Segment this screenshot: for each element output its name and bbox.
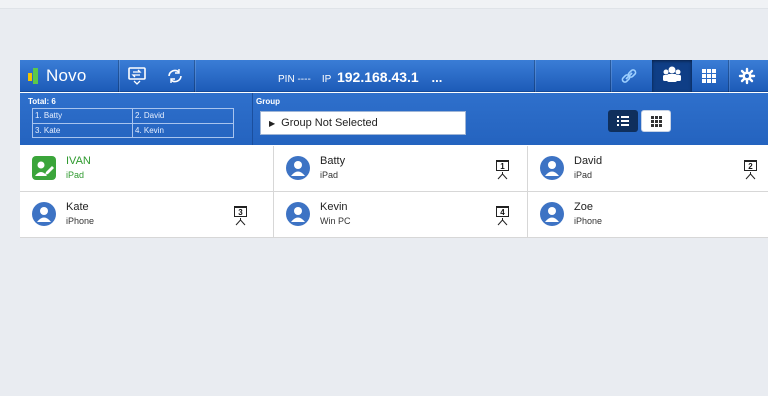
device-type: Win PC bbox=[320, 216, 351, 226]
device-cell-kevin[interactable]: Kevin Win PC 4 bbox=[274, 192, 528, 238]
toolbar-divider bbox=[610, 60, 611, 92]
presenter-slot[interactable]: 2. David bbox=[133, 109, 233, 123]
device-name: Kate bbox=[66, 201, 89, 213]
device-cell-ivan[interactable]: IVAN iPad bbox=[20, 146, 274, 192]
grid-view-icon bbox=[651, 116, 662, 127]
user-icon bbox=[286, 202, 310, 226]
app-name: Novo bbox=[46, 66, 87, 85]
device-name: David bbox=[574, 155, 603, 167]
info-divider bbox=[252, 93, 253, 145]
user-icon bbox=[32, 202, 56, 226]
grid-icon[interactable] bbox=[698, 66, 720, 86]
device-cell-david[interactable]: David iPad 2 bbox=[528, 146, 768, 192]
device-cell-kate[interactable]: Kate iPhone 3 bbox=[20, 192, 274, 238]
device-type: iPad bbox=[66, 170, 85, 180]
connection-info: PIN ---- IP 192.168.43.1 ... bbox=[278, 69, 442, 85]
user-icon bbox=[540, 202, 564, 226]
device-type: iPhone bbox=[66, 216, 95, 226]
presenter-slot-icon[interactable]: 3 bbox=[231, 204, 251, 226]
user-icon bbox=[540, 156, 564, 180]
toolbar-divider bbox=[534, 60, 535, 92]
presenter-slot-icon[interactable]: 1 bbox=[493, 158, 513, 180]
device-type: iPad bbox=[320, 170, 339, 180]
presenter-slot[interactable]: 4. Kevin bbox=[133, 123, 233, 137]
novo-app-window: Novo PIN ---- IP 192.168.43.1 ... Total:… bbox=[20, 60, 768, 238]
novo-logo-icon bbox=[28, 67, 40, 85]
app-logo: Novo bbox=[28, 65, 114, 87]
top-strip bbox=[0, 0, 768, 9]
device-name: Zoe bbox=[574, 201, 593, 213]
presenter-slot[interactable]: 1. Batty bbox=[33, 109, 133, 123]
caret-right-icon: ▶ bbox=[269, 119, 276, 128]
view-toggle bbox=[608, 110, 676, 132]
screen-share-icon[interactable] bbox=[126, 66, 148, 86]
toolbar-divider bbox=[118, 60, 119, 92]
users-tab[interactable] bbox=[652, 60, 692, 92]
edit-user-icon bbox=[32, 156, 56, 180]
presenter-slot-icon[interactable]: 2 bbox=[741, 158, 761, 180]
gear-icon[interactable] bbox=[736, 66, 758, 86]
ip-label: IP bbox=[321, 74, 332, 85]
users-icon bbox=[663, 66, 681, 82]
pin-label: PIN bbox=[278, 74, 295, 85]
device-type: iPhone bbox=[574, 216, 603, 226]
device-cell-batty[interactable]: Batty iPad 1 bbox=[274, 146, 528, 192]
user-icon bbox=[286, 156, 310, 180]
list-view-button[interactable] bbox=[608, 110, 638, 132]
link-icon[interactable] bbox=[618, 66, 640, 86]
pin-value: ---- bbox=[297, 74, 311, 85]
more-button[interactable]: ... bbox=[432, 70, 443, 85]
presenter-slots: 1. Batty 2. David 3. Kate 4. Kevin bbox=[32, 108, 234, 138]
device-type: iPad bbox=[574, 170, 593, 180]
device-cell-zoe[interactable]: Zoe iPhone bbox=[528, 192, 768, 238]
presenter-slot-icon[interactable]: 4 bbox=[493, 204, 513, 226]
toolbar: Novo PIN ---- IP 192.168.43.1 ... bbox=[20, 60, 768, 92]
group-label: Group bbox=[256, 97, 280, 106]
presenter-slot[interactable]: 3. Kate bbox=[33, 123, 133, 137]
toolbar-divider bbox=[194, 60, 195, 92]
group-value: Group Not Selected bbox=[281, 117, 378, 129]
session-info-bar: Total: 6 1. Batty 2. David 3. Kate 4. Ke… bbox=[20, 93, 768, 145]
total-count: Total: 6 bbox=[28, 97, 56, 106]
refresh-icon[interactable] bbox=[164, 66, 186, 86]
device-name: Batty bbox=[320, 155, 346, 167]
device-grid: IVAN iPad Batty iPad 1 David iPad 2 Kate… bbox=[20, 146, 768, 238]
grid-view-button[interactable] bbox=[641, 110, 671, 132]
device-name: Kevin bbox=[320, 201, 348, 213]
device-name: IVAN bbox=[66, 155, 91, 167]
group-select[interactable]: ▶ Group Not Selected bbox=[260, 111, 466, 135]
list-icon bbox=[617, 116, 629, 126]
ip-address: 192.168.43.1 bbox=[336, 69, 419, 85]
toolbar-divider bbox=[728, 60, 729, 92]
